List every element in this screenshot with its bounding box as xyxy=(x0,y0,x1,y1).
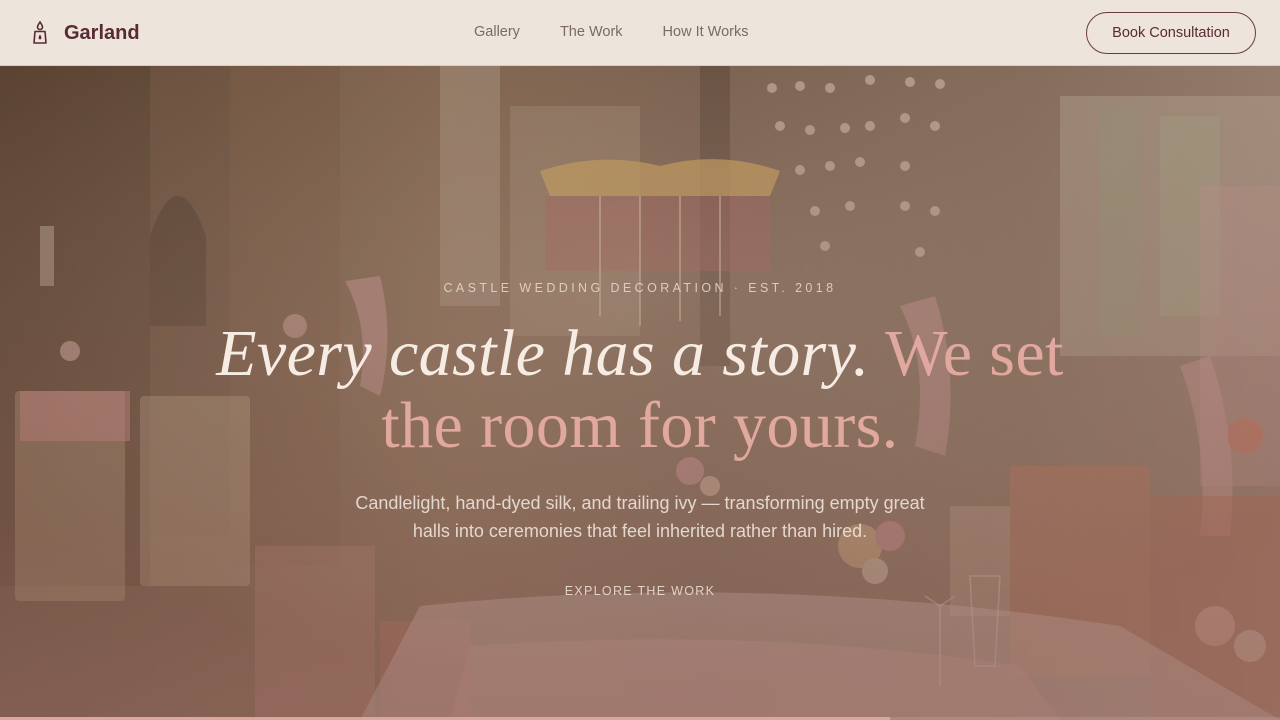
hero-lede: Candlelight, hand-dyed silk, and trailin… xyxy=(355,493,925,541)
hero-headline: Every castle has a story. We set the roo… xyxy=(190,318,1090,462)
nav-link-gallery[interactable]: Gallery xyxy=(474,24,520,40)
book-consultation-button[interactable]: Book Consultation xyxy=(1086,12,1256,54)
nav-link-how-it-works[interactable]: How It Works xyxy=(663,24,749,40)
hero-eyebrow: CASTLE WEDDING DECORATION · EST. 2018 xyxy=(443,281,837,295)
hero-section: CASTLE WEDDING DECORATION · EST. 2018 Ev… xyxy=(0,66,1280,720)
site-header: Garland Gallery The Work How It Works Bo… xyxy=(0,0,1280,66)
candle-lantern-icon xyxy=(33,21,47,44)
brand-name: Garland xyxy=(64,21,140,44)
main-nav: Gallery The Work How It Works xyxy=(474,24,748,40)
nav-link-the-work[interactable]: The Work xyxy=(560,24,623,40)
hero-content: CASTLE WEDDING DECORATION · EST. 2018 Ev… xyxy=(0,66,1280,720)
brand-logo-link[interactable]: Garland xyxy=(30,20,140,46)
hero-headline-main: Every castle has a story. xyxy=(216,317,870,390)
explore-the-work-link[interactable]: EXPLORE THE WORK xyxy=(540,584,740,598)
